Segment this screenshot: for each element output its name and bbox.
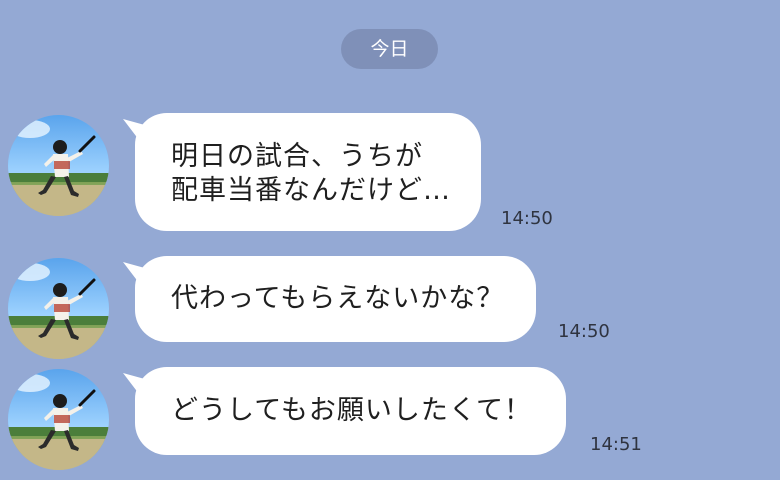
message-text: どうしてもお願いしたくて！ — [171, 395, 533, 426]
message-bubble[interactable]: 代わってもらえないかな？ — [135, 256, 536, 342]
message-timestamp: 14:50 — [558, 321, 610, 342]
message-row-3: どうしてもお願いしたくて！ 14:51 — [0, 367, 780, 480]
message-bubble[interactable]: どうしてもお願いしたくて！ — [135, 367, 566, 455]
message-text-line: 配車当番なんだけど… — [171, 175, 451, 206]
message-bubble[interactable]: 明日の試合、うちが 配車当番なんだけど… — [135, 113, 481, 231]
baseball-player-photo — [8, 369, 109, 470]
date-divider: 今日 — [341, 29, 438, 69]
sender-avatar[interactable] — [8, 369, 109, 470]
message-row-1: 明日の試合、うちが 配車当番なんだけど… 14:50 — [0, 113, 780, 233]
message-timestamp: 14:50 — [501, 208, 553, 229]
baseball-player-photo — [8, 258, 109, 359]
chat-screen: 今日 明日の試合、うちが 配車当番なんだけど… 14:50 代わってもらえないか… — [0, 0, 780, 480]
message-text-line: 明日の試合、うちが — [171, 141, 423, 172]
baseball-player-photo — [8, 115, 109, 216]
message-text: 代わってもらえないかな？ — [171, 283, 505, 314]
message-row-2: 代わってもらえないかな？ 14:50 — [0, 256, 780, 376]
message-timestamp: 14:51 — [590, 434, 642, 455]
sender-avatar[interactable] — [8, 258, 109, 359]
sender-avatar[interactable] — [8, 115, 109, 216]
